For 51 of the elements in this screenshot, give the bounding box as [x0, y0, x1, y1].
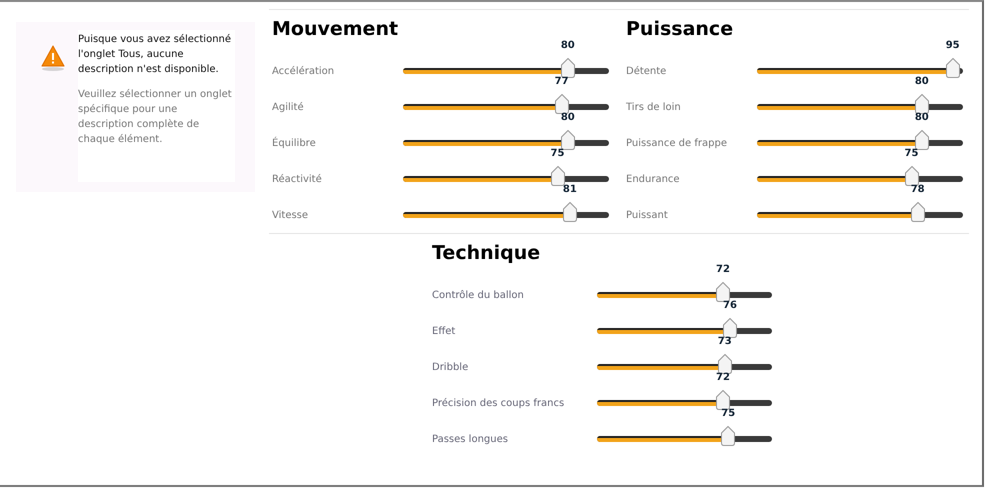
info-hint: Veuillez sélectionner un onglet spécifique pour une description complète de chaque élément.	[78, 88, 233, 147]
stat-value: 95	[946, 40, 960, 51]
stat-value: 75	[721, 408, 736, 419]
slider-handle[interactable]	[904, 166, 918, 186]
stat-label: Endurance	[626, 174, 681, 187]
section-title: Technique	[432, 242, 542, 264]
stat-label: Tirs de loin	[626, 102, 682, 115]
warning-icon	[40, 44, 66, 72]
stat-value: 75	[904, 148, 918, 159]
slider-handle[interactable]	[554, 94, 569, 114]
stat-label: Contrôle du ballon	[432, 290, 525, 303]
stat-value: 80	[560, 40, 575, 51]
stat-value: 81	[562, 184, 577, 195]
slider-handle[interactable]	[718, 354, 732, 374]
stat-value: 72	[716, 264, 730, 275]
stat-value: 75	[550, 148, 564, 159]
slider-handle[interactable]	[723, 318, 737, 338]
slider-handle[interactable]	[721, 426, 736, 446]
slider-handle[interactable]	[550, 166, 564, 186]
stat-label: Précision des coups francs	[432, 398, 566, 411]
stat-label: Réactivité	[272, 174, 323, 187]
stat-label: Dribble	[432, 362, 470, 375]
slider-handle[interactable]	[562, 202, 577, 222]
slider-handle[interactable]	[946, 58, 960, 78]
stat-label: Détente	[626, 66, 668, 79]
stat-value: 77	[554, 76, 569, 87]
stat-label: Accélération	[272, 66, 336, 79]
section-title: Puissance	[626, 18, 734, 40]
stat-label: Passes longues	[432, 434, 509, 447]
slider-handle[interactable]	[560, 58, 575, 78]
stat-label: Effet	[432, 326, 456, 339]
stat-value: 80	[560, 112, 575, 123]
slider-handle[interactable]	[914, 130, 929, 150]
section-title: Mouvement	[272, 18, 400, 40]
stat-label: Puissance de frappe	[626, 138, 728, 151]
stat-value: 80	[914, 76, 929, 87]
stat-label: Vitesse	[272, 210, 310, 223]
info-message: Puisque vous avez sélectionné l'onglet Tous, aucune description n'est disponible.	[78, 33, 232, 77]
slider-handle[interactable]	[716, 282, 730, 302]
slider-handle[interactable]	[560, 130, 575, 150]
stat-value: 73	[718, 336, 732, 347]
stat-value: 80	[914, 112, 929, 123]
stat-value: 78	[910, 184, 925, 195]
slider-handle[interactable]	[910, 202, 925, 222]
stat-label: Équilibre	[272, 138, 317, 151]
stat-label: Puissant	[626, 210, 669, 223]
stat-value: 76	[723, 300, 737, 311]
slider-handle[interactable]	[914, 94, 929, 114]
stat-value: 72	[716, 372, 730, 383]
slider-handle[interactable]	[716, 390, 730, 410]
stat-label: Agilité	[272, 102, 305, 115]
